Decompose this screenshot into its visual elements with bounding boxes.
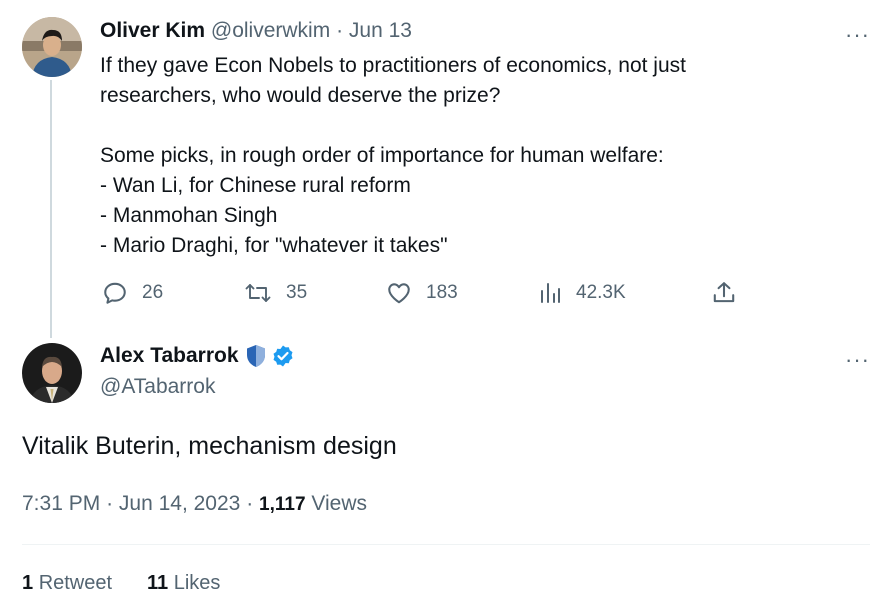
more-options-button[interactable]: ··· xyxy=(845,24,870,46)
avatar-oliver-kim[interactable] xyxy=(22,17,82,77)
reply-icon xyxy=(104,282,126,304)
author-handle[interactable]: @oliverwkim xyxy=(211,19,330,42)
more-icon: ··· xyxy=(845,347,870,372)
separator-dot: · xyxy=(106,492,114,515)
retweets-stat[interactable]: 1 Retweet xyxy=(22,572,112,595)
retweet-icon xyxy=(245,284,271,302)
views-button[interactable]: 42.3K xyxy=(538,280,626,306)
reply-button[interactable]: 26 xyxy=(102,280,163,306)
tweet-time[interactable]: 7:31 PM xyxy=(22,492,100,515)
like-button[interactable]: 183 xyxy=(386,280,458,306)
tweet-meta: 7:31 PM · Jun 14, 2023 · 1,117 Views xyxy=(22,492,367,516)
author-name[interactable]: Alex Tabarrok xyxy=(100,344,239,368)
retweet-label: Retweet xyxy=(38,572,113,594)
reply-count: 26 xyxy=(142,282,164,303)
tweet-date[interactable]: Jun 13 xyxy=(349,19,412,42)
avatar-alex-tabarrok[interactable] xyxy=(22,343,82,403)
like-count: 11 xyxy=(147,572,169,594)
heart-icon xyxy=(388,283,410,304)
more-options-button[interactable]: ··· xyxy=(845,349,870,371)
parent-tweet-text: If they gave Econ Nobels to practitioner… xyxy=(100,54,686,257)
thread-line xyxy=(50,80,52,338)
shield-icon xyxy=(246,345,265,367)
retweet-count: 35 xyxy=(286,282,308,303)
main-tweet-author: Alex Tabarrok xyxy=(100,344,295,368)
like-label: Likes xyxy=(173,572,221,594)
retweet-count: 1 xyxy=(22,572,34,594)
divider xyxy=(22,544,870,545)
share-button[interactable] xyxy=(711,280,751,306)
separator-dot: · xyxy=(246,492,254,515)
author-name[interactable]: Oliver Kim xyxy=(100,19,205,42)
more-icon: ··· xyxy=(845,22,870,47)
analytics-icon xyxy=(541,283,560,303)
likes-stat[interactable]: 11 Likes xyxy=(147,572,220,595)
retweet-button[interactable]: 35 xyxy=(244,280,307,306)
separator-dot: · xyxy=(336,19,344,42)
tweet-date[interactable]: Jun 14, 2023 xyxy=(119,492,240,515)
verified-icon[interactable] xyxy=(271,344,295,368)
author-handle[interactable]: @ATabarrok xyxy=(100,375,215,399)
views-count: 42.3K xyxy=(576,282,626,303)
views-count: 1,117 xyxy=(259,494,306,515)
views-label: Views xyxy=(311,492,368,515)
like-count: 183 xyxy=(426,282,458,303)
main-tweet-text: Vitalik Buterin, mechanism design xyxy=(22,432,397,460)
parent-tweet-header: Oliver Kim @oliverwkim · Jun 13 xyxy=(100,19,412,43)
share-icon xyxy=(713,282,735,303)
